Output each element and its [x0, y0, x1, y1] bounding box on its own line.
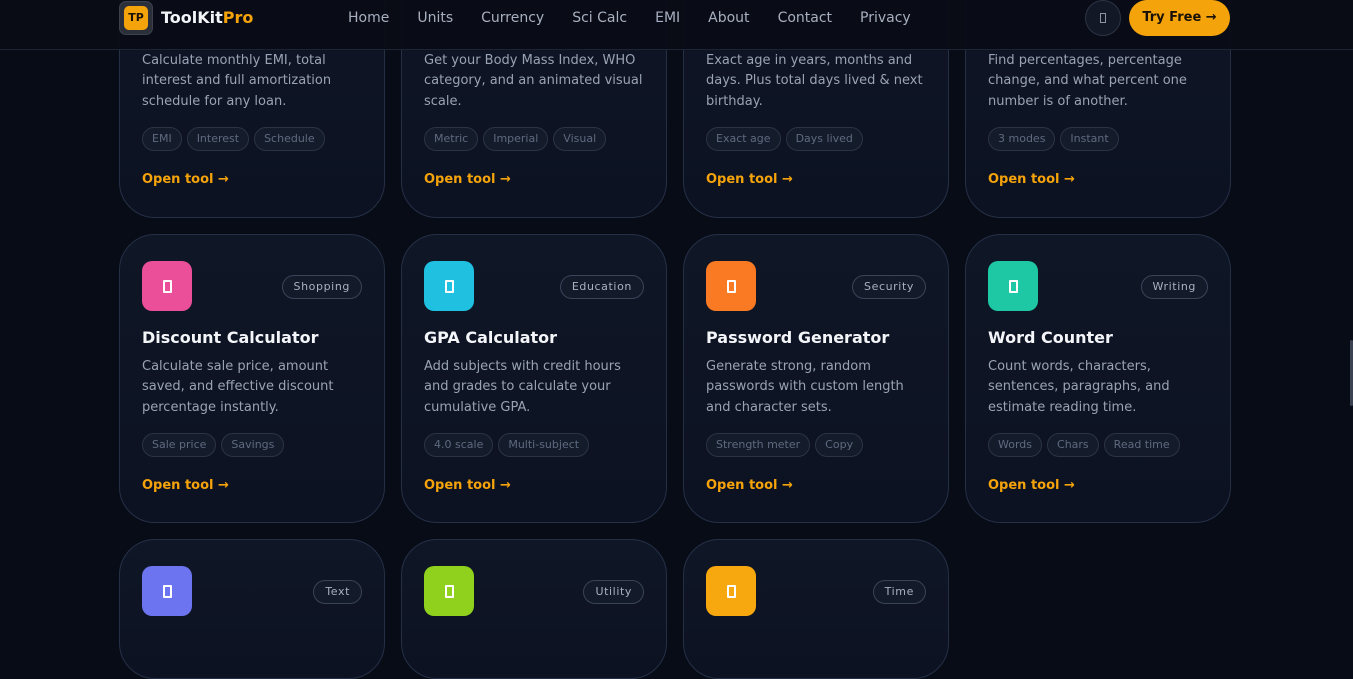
- tool-card-text[interactable]: Text: [119, 539, 385, 679]
- tool-card-word-counter[interactable]: Writing Word Counter Count words, charac…: [965, 234, 1231, 523]
- tag: Schedule: [254, 127, 325, 151]
- tag: Interest: [186, 127, 250, 151]
- logo-mark: TP: [124, 6, 148, 30]
- tool-card-gpa[interactable]: Education GPA Calculator Add subjects wi…: [401, 234, 667, 523]
- tool-card-time[interactable]: Time: [683, 539, 949, 679]
- card-description: Exact age in years, months and days. Plu…: [706, 53, 923, 109]
- card-tags: Exact age Days lived: [706, 127, 863, 151]
- stopwatch-icon: [706, 566, 756, 616]
- category-badge: Text: [313, 580, 362, 604]
- category-badge: Shopping: [281, 275, 362, 299]
- nav-contact[interactable]: Contact: [778, 10, 832, 26]
- open-tool-link[interactable]: Open tool →: [988, 478, 1075, 493]
- tag: Copy: [815, 433, 864, 457]
- category-badge: Security: [852, 275, 926, 299]
- open-tool-link[interactable]: Open tool →: [424, 478, 511, 493]
- tag: Days lived: [785, 127, 863, 151]
- card-description: Find percentages, percentage change, and…: [988, 53, 1187, 109]
- tag: Sale price: [142, 433, 217, 457]
- category-badge: Time: [872, 580, 926, 604]
- card-description: Count words, characters, sentences, para…: [988, 359, 1170, 415]
- logo[interactable]: TP: [119, 1, 153, 35]
- lock-icon: [706, 261, 756, 311]
- graduation-cap-icon: [424, 261, 474, 311]
- card-tags: Strength meter Copy: [706, 433, 864, 457]
- main-nav: Home Units Currency Sci Calc EMI About C…: [348, 10, 911, 26]
- card-tags: 4.0 scale Multi-subject: [424, 433, 590, 457]
- tag: Strength meter: [706, 433, 811, 457]
- nav-home[interactable]: Home: [348, 10, 389, 26]
- nav-emi[interactable]: EMI: [655, 10, 680, 26]
- tag: Multi-subject: [498, 433, 590, 457]
- site-header: TP ToolKitPro Home Units Currency Sci Ca…: [0, 0, 1353, 50]
- card-description: Calculate sale price, amount saved, and …: [142, 359, 334, 415]
- card-description: Generate strong, random passwords with c…: [706, 359, 904, 415]
- tag: Exact age: [706, 127, 781, 151]
- tag: 4.0 scale: [424, 433, 494, 457]
- tag-icon: [142, 261, 192, 311]
- open-tool-link[interactable]: Open tool →: [706, 478, 793, 493]
- tag: Savings: [221, 433, 285, 457]
- tag: Words: [988, 433, 1043, 457]
- card-title: Password Generator: [706, 328, 890, 347]
- tools-grid: Calculate monthly EMI, total interest an…: [0, 0, 1353, 679]
- card-title: GPA Calculator: [424, 328, 558, 347]
- card-tags: Metric Imperial Visual: [424, 127, 607, 151]
- card-tags: 3 modes Instant: [988, 127, 1119, 151]
- card-description: Get your Body Mass Index, WHO category, …: [424, 53, 643, 109]
- text-icon: [142, 566, 192, 616]
- tool-card-password[interactable]: Security Password Generator Generate str…: [683, 234, 949, 523]
- tag: Chars: [1047, 433, 1099, 457]
- card-description: Calculate monthly EMI, total interest an…: [142, 53, 332, 109]
- tag: Read time: [1103, 433, 1180, 457]
- dice-icon: [424, 566, 474, 616]
- moon-icon: [1100, 13, 1106, 23]
- tag: Visual: [553, 127, 607, 151]
- brand-accent: Pro: [222, 8, 254, 27]
- card-description: Add subjects with credit hours and grade…: [424, 359, 621, 415]
- card-title: Word Counter: [988, 328, 1113, 347]
- open-tool-link[interactable]: Open tool →: [988, 172, 1075, 187]
- open-tool-link[interactable]: Open tool →: [142, 478, 229, 493]
- tag: Imperial: [483, 127, 549, 151]
- tag: Metric: [424, 127, 479, 151]
- brand-main: ToolKit: [161, 8, 223, 27]
- theme-toggle-button[interactable]: [1085, 0, 1121, 36]
- open-tool-link[interactable]: Open tool →: [424, 172, 511, 187]
- card-tags: Sale price Savings: [142, 433, 285, 457]
- card-tags: EMI Interest Schedule: [142, 127, 325, 151]
- nav-about[interactable]: About: [708, 10, 749, 26]
- nav-currency[interactable]: Currency: [481, 10, 544, 26]
- tool-card-utility[interactable]: Utility: [401, 539, 667, 679]
- card-title: Discount Calculator: [142, 328, 319, 347]
- tag: 3 modes: [988, 127, 1056, 151]
- tool-card-discount[interactable]: Shopping Discount Calculator Calculate s…: [119, 234, 385, 523]
- nav-privacy[interactable]: Privacy: [860, 10, 911, 26]
- try-free-button[interactable]: Try Free →: [1129, 0, 1230, 36]
- category-badge: Education: [559, 275, 644, 299]
- category-badge: Writing: [1140, 275, 1208, 299]
- open-tool-link[interactable]: Open tool →: [706, 172, 793, 187]
- tag: Instant: [1060, 127, 1119, 151]
- nav-sci-calc[interactable]: Sci Calc: [572, 10, 627, 26]
- brand-name[interactable]: ToolKitPro: [161, 8, 253, 27]
- card-tags: Words Chars Read time: [988, 433, 1180, 457]
- tag: EMI: [142, 127, 182, 151]
- nav-units[interactable]: Units: [417, 10, 453, 26]
- open-tool-link[interactable]: Open tool →: [142, 172, 229, 187]
- document-icon: [988, 261, 1038, 311]
- category-badge: Utility: [583, 580, 644, 604]
